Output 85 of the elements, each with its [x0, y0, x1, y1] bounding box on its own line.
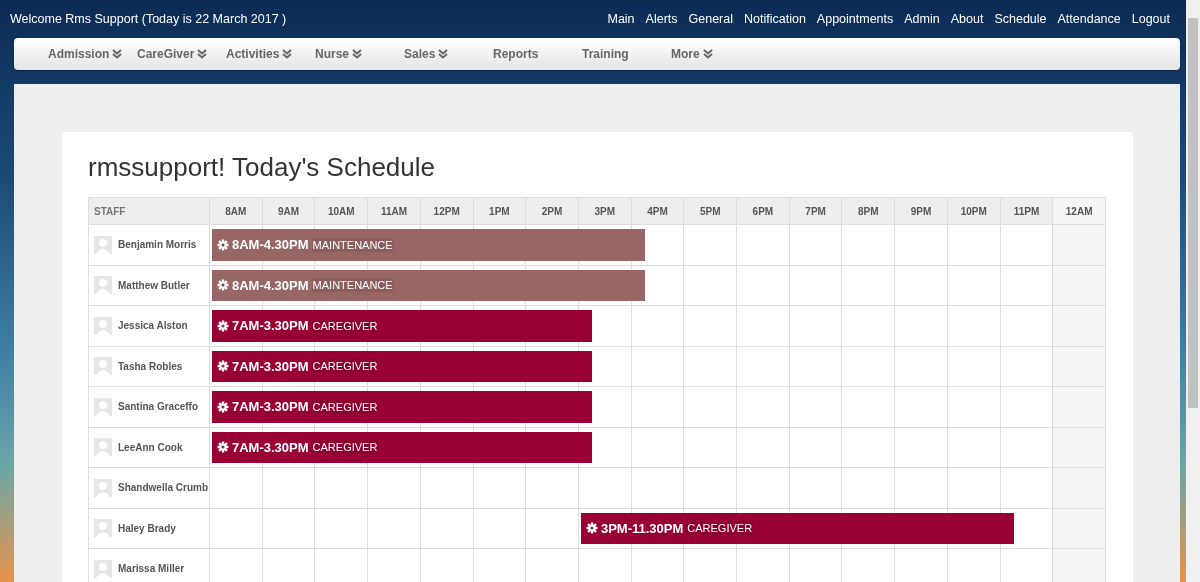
gear-icon: [217, 238, 229, 251]
column-header: 9PM: [894, 198, 947, 224]
column-header: 4PM: [630, 198, 684, 224]
gear-icon: [585, 522, 598, 535]
gear-icon: [217, 279, 229, 292]
shift-role: MAINTENANCE: [311, 237, 394, 252]
shift-bar[interactable]: 7AM-3.30PM CAREGIVER: [212, 350, 593, 382]
gear-icon: [217, 360, 229, 373]
menu-item[interactable]: Sales: [404, 38, 493, 70]
shift-role: MAINTENANCE: [311, 278, 394, 293]
menu-item[interactable]: More: [671, 38, 760, 70]
column-header: 12PM: [419, 198, 473, 224]
shift-role: CAREGIVER: [311, 318, 379, 333]
staff-name: Santina Graceffo: [118, 401, 199, 413]
menu-item[interactable]: Activities: [226, 38, 315, 70]
menu-item[interactable]: CareGiver: [137, 38, 226, 70]
shift-role: CAREGIVER: [311, 440, 379, 455]
nav-link[interactable]: Alerts: [645, 12, 678, 26]
shift-bar[interactable]: 7AM-3.30PM CAREGIVER: [212, 310, 593, 342]
shift-bar[interactable]: 3PM-11.30PM CAREGIVER: [580, 512, 1014, 544]
column-header: 8PM: [841, 198, 895, 224]
shift-role: CAREGIVER: [311, 359, 379, 374]
avatar-icon: [94, 478, 112, 497]
staff-name: Shandwella Crumb: [118, 482, 208, 494]
menu-item[interactable]: Admission: [48, 38, 137, 70]
shift-bar[interactable]: 8AM-4.30PM MAINTENANCE: [212, 269, 645, 301]
menu-item[interactable]: Nurse: [315, 38, 404, 70]
shift-time: 8AM-4.30PM: [232, 237, 309, 253]
nav-link[interactable]: Main: [607, 12, 635, 26]
avatar-icon: [94, 559, 112, 578]
schedule-title: rmssupport! Today's Schedule: [88, 152, 436, 183]
nav-link[interactable]: Attendance: [1057, 12, 1121, 26]
avatar-icon: [94, 276, 112, 295]
avatar-icon: [94, 438, 112, 457]
nav-link[interactable]: Logout: [1131, 12, 1170, 26]
nav-link[interactable]: Admin: [904, 12, 940, 26]
nav-link[interactable]: Appointments: [816, 12, 894, 26]
nav-link[interactable]: Schedule: [994, 12, 1047, 26]
scrollbar[interactable]: [1186, 0, 1200, 582]
shift-bar[interactable]: 8AM-4.30PM MAINTENANCE: [212, 229, 645, 261]
shift-bar[interactable]: 7AM-3.30PM CAREGIVER: [212, 431, 593, 463]
nav-link[interactable]: General: [688, 12, 733, 26]
shift-bar[interactable]: 7AM-3.30PM CAREGIVER: [212, 391, 593, 423]
nav-link[interactable]: About: [950, 12, 984, 26]
avatar-icon: [94, 357, 112, 376]
staff-name: Matthew Butler: [118, 279, 190, 291]
shift-time: 8AM-4.30PM: [232, 277, 309, 293]
gear-icon: [217, 319, 229, 332]
avatar-icon: [94, 235, 112, 254]
shift-time: 7AM-3.30PM: [232, 399, 309, 415]
scrollbar-thumb[interactable]: [1188, 18, 1198, 408]
nav-link[interactable]: Notification: [744, 12, 806, 26]
column-header: 1PM: [472, 198, 526, 224]
column-header: 11AM: [367, 198, 420, 224]
avatar-icon: [94, 519, 112, 538]
column-header: 9AM: [261, 198, 315, 224]
column-header: 12AM: [1052, 198, 1105, 224]
welcome-text: Welcome Rms Support (Today is 22 March 2017 ): [10, 12, 287, 26]
column-header: 8AM: [209, 198, 262, 224]
column-header: 10AM: [314, 198, 368, 224]
shift-time: 3PM-11.30PM: [600, 520, 684, 536]
shift-role: CAREGIVER: [311, 399, 379, 414]
column-header: 6PM: [736, 198, 789, 224]
column-header: 7PM: [788, 198, 842, 224]
column-header: 3PM: [577, 198, 631, 224]
menu-item[interactable]: Reports: [493, 38, 582, 70]
column-header: 5PM: [683, 198, 737, 224]
column-header: 2PM: [525, 198, 578, 224]
shift-time: 7AM-3.30PM: [232, 439, 309, 455]
shift-role: CAREGIVER: [686, 521, 754, 536]
shift-time: 7AM-3.30PM: [232, 358, 309, 374]
avatar-icon: [94, 316, 112, 335]
avatar-icon: [94, 397, 112, 416]
staff-name: LeeAnn Cook: [118, 441, 183, 453]
staff-name: Jessica Alston: [118, 320, 188, 332]
staff-name: Haley Brady: [118, 522, 176, 534]
staff-name: Tasha Robles: [118, 360, 183, 372]
column-header: 10PM: [946, 198, 1000, 224]
shift-time: 7AM-3.30PM: [232, 318, 309, 334]
column-header: STAFF: [93, 204, 127, 219]
gear-icon: [217, 400, 229, 413]
staff-name: Marissa Miller: [118, 563, 185, 575]
gear-icon: [217, 441, 229, 454]
menu-item[interactable]: Training: [582, 38, 671, 70]
staff-name: Benjamin Morris: [118, 239, 197, 251]
